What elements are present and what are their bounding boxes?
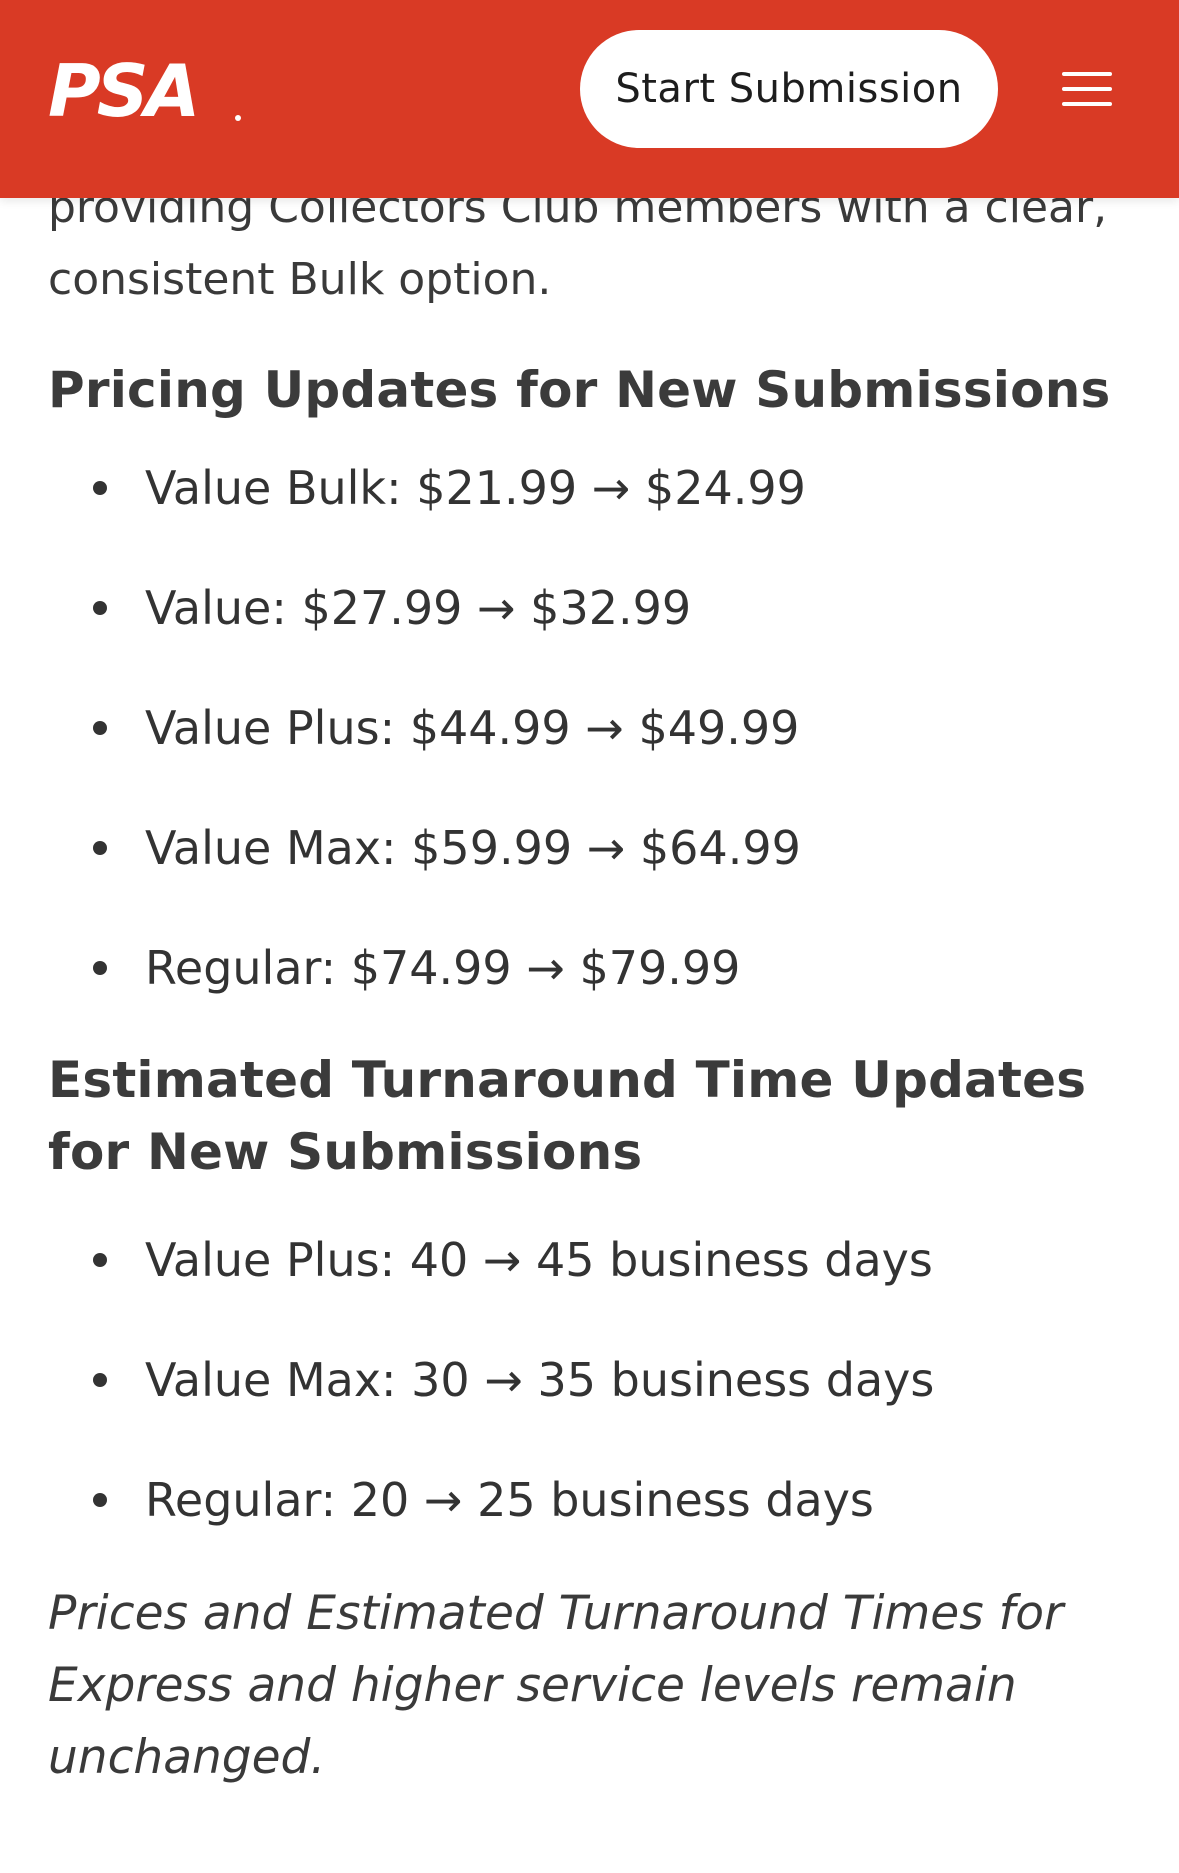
bullet-dot bbox=[93, 481, 107, 495]
bullet-dot bbox=[93, 721, 107, 735]
list-item: Value Plus: $44.99 → $49.99 bbox=[48, 692, 1138, 764]
bullet-dot bbox=[93, 841, 107, 855]
psa-logo[interactable]: PSA bbox=[46, 56, 246, 126]
bullet-dot bbox=[93, 1253, 107, 1267]
list-item: Value Plus: 40 → 45 business days bbox=[48, 1224, 1138, 1296]
list-item: Regular: $74.99 → $79.99 bbox=[48, 932, 1138, 1004]
list-item-text: Value Plus: 40 → 45 business days bbox=[145, 1233, 933, 1287]
bullet-dot bbox=[93, 961, 107, 975]
pricing-list: Value Bulk: $21.99 → $24.99 Value: $27.9… bbox=[48, 452, 1138, 1004]
list-item: Value Bulk: $21.99 → $24.99 bbox=[48, 452, 1138, 524]
list-item-text: Value Bulk: $21.99 → $24.99 bbox=[145, 461, 806, 515]
list-item-text: Value Max: $59.99 → $64.99 bbox=[145, 821, 801, 875]
menu-line bbox=[1062, 72, 1112, 76]
list-item: Regular: 20 → 25 business days bbox=[48, 1464, 1138, 1536]
bullet-dot bbox=[93, 1493, 107, 1507]
list-item: Value: $27.99 → $32.99 bbox=[48, 572, 1138, 644]
menu-line bbox=[1062, 87, 1112, 91]
list-item: Value Max: 30 → 35 business days bbox=[48, 1344, 1138, 1416]
turnaround-heading: Estimated Turnaround Time Updates for Ne… bbox=[48, 1051, 1087, 1181]
turnaround-list: Value Plus: 40 → 45 business days Value … bbox=[48, 1224, 1138, 1536]
list-item-text: Value Plus: $44.99 → $49.99 bbox=[145, 701, 800, 755]
start-submission-button[interactable]: Start Submission bbox=[580, 30, 998, 148]
unchanged-note: Prices and Estimated Turnaround Times fo… bbox=[48, 1586, 1064, 1785]
list-item-text: Value: $27.99 → $32.99 bbox=[145, 581, 692, 635]
list-item-text: Regular: $74.99 → $79.99 bbox=[145, 941, 741, 995]
menu-line bbox=[1062, 102, 1112, 106]
logo-text: PSA bbox=[48, 56, 196, 126]
article-body: providing Collectors Club members with a… bbox=[48, 172, 1138, 1794]
pricing-heading: Pricing Updates for New Submissions bbox=[48, 361, 1111, 419]
hamburger-menu-icon[interactable] bbox=[1058, 66, 1116, 112]
list-item: Value Max: $59.99 → $64.99 bbox=[48, 812, 1138, 884]
bullet-dot bbox=[93, 601, 107, 615]
list-item-text: Regular: 20 → 25 business days bbox=[145, 1473, 874, 1527]
registered-mark bbox=[235, 115, 241, 121]
top-nav-bar: PSA Start Submission bbox=[0, 0, 1179, 198]
bullet-dot bbox=[93, 1373, 107, 1387]
list-item-text: Value Max: 30 → 35 business days bbox=[145, 1353, 935, 1407]
